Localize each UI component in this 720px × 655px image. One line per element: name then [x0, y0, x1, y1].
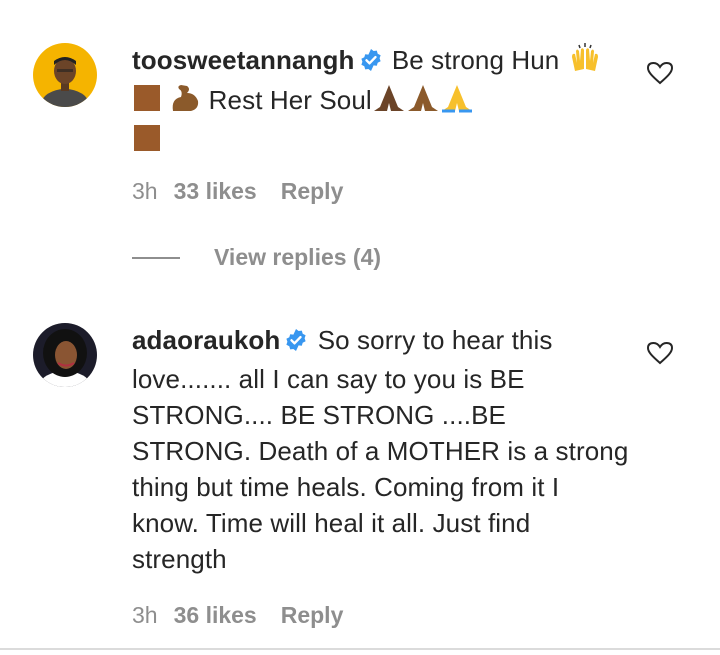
- username[interactable]: adaoraukoh: [132, 325, 280, 355]
- reply-button[interactable]: Reply: [281, 178, 344, 205]
- comment-meta: 3h 36 likes Reply: [132, 602, 343, 629]
- username[interactable]: toosweetannangh: [132, 45, 355, 75]
- like-heart-icon[interactable]: [646, 61, 674, 85]
- avatar[interactable]: [33, 43, 97, 107]
- folded-hands-emoji: [372, 83, 406, 122]
- verified-badge-icon: [284, 325, 308, 361]
- brown-square-emoji: [132, 83, 162, 122]
- raising-hands-emoji: [567, 43, 603, 82]
- likes-count[interactable]: 33 likes: [174, 178, 257, 205]
- folded-hands-emoji: [440, 83, 474, 122]
- like-heart-icon[interactable]: [646, 341, 674, 365]
- verified-badge-icon: [359, 45, 383, 81]
- divider-line: [132, 256, 180, 259]
- folded-hands-emoji: [406, 83, 440, 122]
- likes-count[interactable]: 36 likes: [174, 602, 257, 629]
- comment-text-part: Rest Her Soul: [208, 85, 372, 115]
- avatar[interactable]: [33, 323, 97, 387]
- brown-square-emoji: [132, 123, 162, 162]
- comment-text: adaoraukoh So sorry to hear this love...…: [132, 322, 632, 577]
- timestamp: 3h: [132, 178, 158, 204]
- reply-button[interactable]: Reply: [281, 602, 344, 629]
- flexed-biceps-emoji: [169, 83, 201, 122]
- comment-text: toosweetannangh Be strong Hun Rest Her S…: [132, 42, 632, 162]
- comment-text-part: Be strong Hun: [391, 45, 560, 75]
- view-replies-label: View replies (4): [214, 244, 382, 270]
- comment-text-part: So sorry to hear this love....... all I …: [132, 325, 629, 574]
- view-replies-button[interactable]: View replies (4): [132, 244, 381, 271]
- comment-meta: 3h 33 likes Reply: [132, 178, 343, 205]
- divider: [0, 648, 720, 650]
- timestamp: 3h: [132, 602, 158, 628]
